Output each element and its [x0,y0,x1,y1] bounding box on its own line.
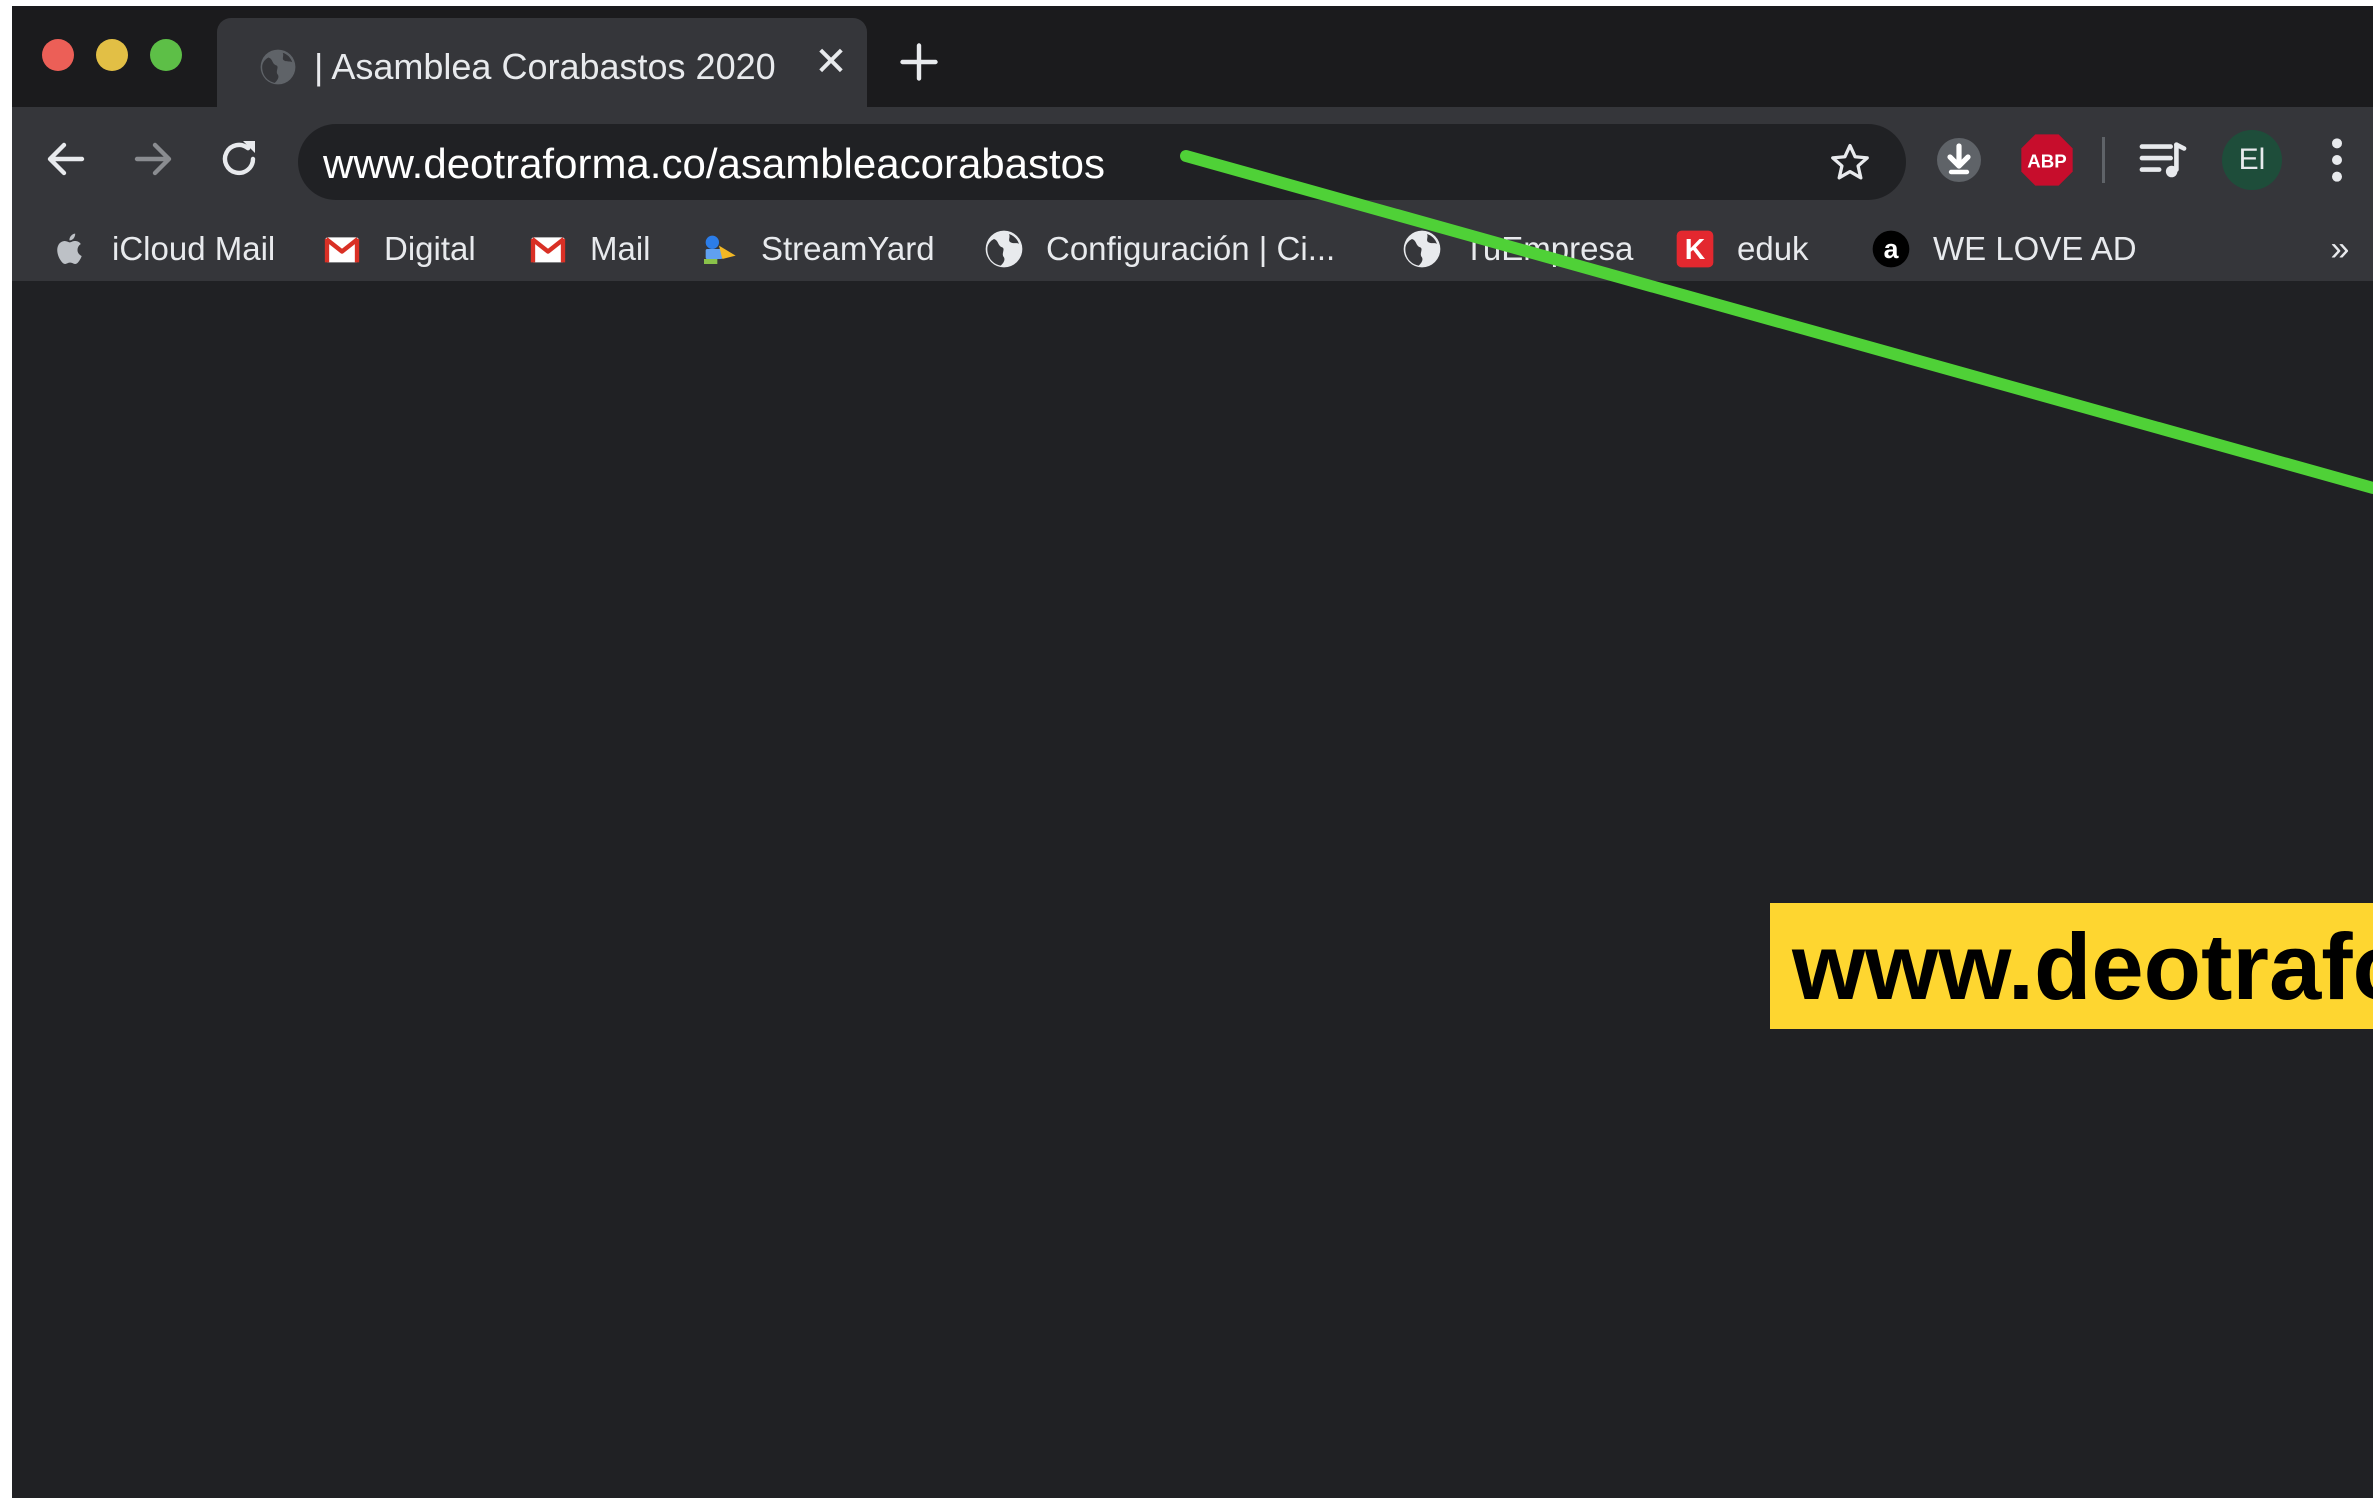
bookmark-label: Configuración | Ci... [1046,230,1336,267]
profile-avatar[interactable]: El [2222,130,2282,190]
bookmark-mail[interactable]: Mail [528,225,651,273]
welovead-icon: a [1872,230,1910,268]
bookmark-label: iCloud Mail [112,230,276,267]
close-window-button[interactable] [42,39,74,71]
bookmark-tuempresa[interactable]: TuEmpresa [1402,225,1633,273]
browser-window: | Asamblea Corabastos 2020 ✕ www.deotraf… [12,6,2373,1498]
minimize-window-button[interactable] [96,39,128,71]
apple-icon [57,233,82,264]
bookmark-digital[interactable]: Digital [322,225,476,273]
tab-asamblea-corabastos[interactable]: | Asamblea Corabastos 2020 ✕ [217,18,867,107]
page-content: www.deotraforma.co/asambleacorabastos [12,281,2373,1498]
abp-label: ABP [2027,150,2066,171]
tab-strip: | Asamblea Corabastos 2020 ✕ [12,6,2373,107]
eduk-icon: K [1676,230,1714,268]
bookmark-star-icon[interactable] [1828,141,1872,185]
back-button[interactable] [42,135,90,183]
bookmark-icloud-mail[interactable]: iCloud Mail [50,225,275,273]
streamyard-icon [704,235,736,264]
gmail-icon [324,237,360,263]
bookmark-label: WE LOVE AD [1933,230,2137,267]
bookmark-label: Digital [384,230,476,267]
url-callout: www.deotraforma.co/asambleacorabastos [1770,903,2373,1029]
globe-icon [1403,230,1441,268]
globe-icon [260,49,296,85]
tab-close-button[interactable]: ✕ [811,42,851,82]
media-controls-icon[interactable] [2138,137,2188,183]
adblock-plus-icon[interactable]: ABP [2019,132,2075,188]
bookmark-label: TuEmpresa [1464,230,1634,267]
bookmark-label: eduk [1737,230,1809,267]
more-menu-icon[interactable] [2322,135,2352,185]
reload-button[interactable] [215,135,263,183]
bookmark-label: Mail [590,230,651,267]
bookmark-configuracion[interactable]: Configuración | Ci... [984,225,1335,273]
bookmarks-bar: iCloud Mail Digital Mail StreamYard Conf… [12,217,2373,281]
bookmark-we-love-ad[interactable]: a WE LOVE AD [1871,225,2137,273]
bookmark-streamyard[interactable]: StreamYard [699,225,935,273]
forward-button[interactable] [129,135,177,183]
maximize-window-button[interactable] [150,39,182,71]
browser-toolbar: www.deotraforma.co/asambleacorabastos AB… [12,107,2373,217]
tab-title: | Asamblea Corabastos 2020 [314,46,776,87]
gmail-icon [530,237,566,263]
new-tab-button[interactable] [897,40,941,84]
callout-url-text: www.deotraforma.co/asambleacorabastos [1792,914,2373,1019]
address-bar[interactable]: www.deotraforma.co/asambleacorabastos [298,124,1906,200]
welovead-letter: a [1884,234,1899,264]
eduk-letter: K [1685,234,1706,266]
globe-icon [985,230,1023,268]
bookmark-label: StreamYard [761,230,935,267]
download-extension-icon[interactable] [1935,136,1983,184]
url-text[interactable]: www.deotraforma.co/asambleacorabastos [323,140,1105,188]
toolbar-divider [2102,137,2105,183]
bookmarks-overflow-button[interactable]: » [2322,225,2358,273]
bookmark-eduk[interactable]: K eduk [1675,225,1809,273]
